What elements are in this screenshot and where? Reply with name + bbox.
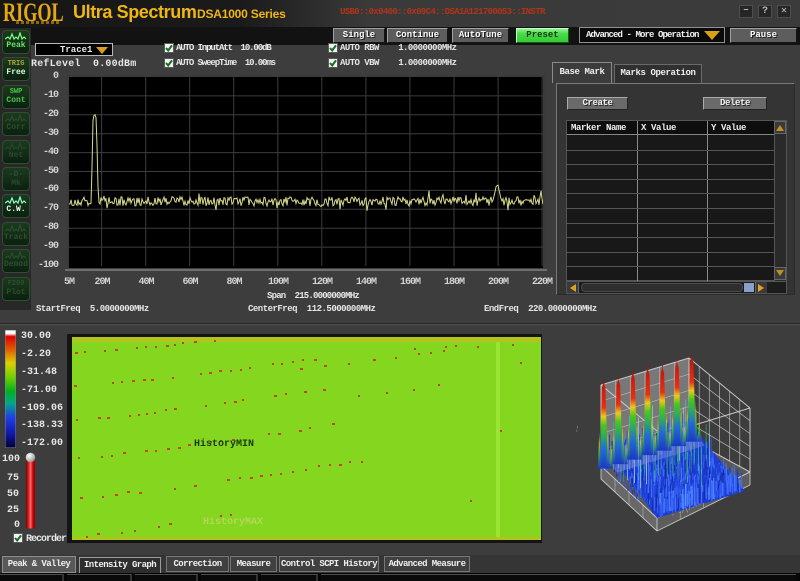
svg-text:-~: -~ — [573, 424, 582, 433]
svg-text:HistoryMIN: HistoryMIN — [194, 438, 254, 450]
svg-text:HistoryMAX: HistoryMAX — [203, 516, 263, 528]
